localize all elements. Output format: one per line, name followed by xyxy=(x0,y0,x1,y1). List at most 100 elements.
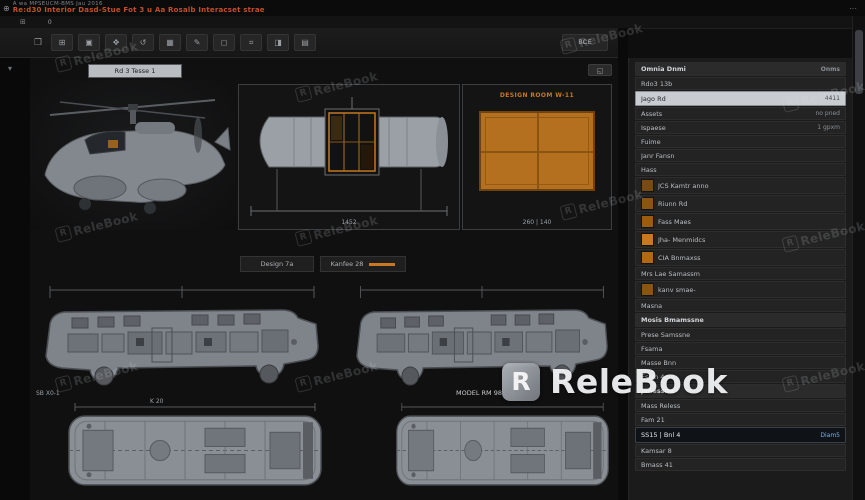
grid-icon[interactable]: ⊞ xyxy=(20,18,26,26)
sidebar-row-label: Bmass 41 xyxy=(641,460,673,469)
tab-design[interactable]: Design 7a xyxy=(240,256,314,272)
caption-note: MODEL RM 98 xyxy=(456,389,502,397)
layers-icon[interactable]: ❐ xyxy=(34,38,42,48)
progress-bar xyxy=(369,262,396,266)
sidebar-row[interactable]: Hass xyxy=(635,163,846,176)
toolbar-button[interactable]: ↺ xyxy=(132,34,155,51)
toolbar-button[interactable]: ⌗ xyxy=(240,34,263,51)
sidebar-row-label: JCS Kamtr anno xyxy=(658,181,709,190)
sidebar-row[interactable]: Masse Bnn xyxy=(635,356,846,369)
blueprint-top-left[interactable] xyxy=(55,402,335,498)
sidebar-row-label: Riunn Rd xyxy=(658,199,688,208)
sidebar-row[interactable]: Riunn Rd xyxy=(635,195,846,212)
window-title: Re:d30 Interior Dasd-Stue Fot 3 u Aa Ros… xyxy=(12,6,265,15)
blueprint-side-right[interactable] xyxy=(344,284,620,392)
tab-design-label: Design 7a xyxy=(260,260,294,268)
sidebar-row[interactable]: Mass Reless xyxy=(635,399,846,412)
plan-title: DESIGN ROOM W-11 xyxy=(499,92,575,99)
plan-center-hline xyxy=(481,151,593,153)
tab-kanfee-label: Kanfee 28 xyxy=(330,260,364,268)
sidebar-row[interactable]: Jago Rd 4411 xyxy=(635,91,846,106)
toolbar-button[interactable]: ▦ xyxy=(159,34,182,51)
scrollbar-thumb[interactable] xyxy=(855,30,863,94)
expand-view-button[interactable]: ◱ xyxy=(588,64,612,76)
side-view-drawing xyxy=(45,286,319,386)
view-label-chip: Rd 3 Tesse 1 xyxy=(88,64,182,78)
blueprint-side-left[interactable] xyxy=(32,284,332,392)
titlebar-text: A wa MPSEUCM-BMS Jau 2016 Re:d30 Interio… xyxy=(12,1,265,15)
sidebar-row-value: 4411 xyxy=(824,95,840,102)
sidebar-row[interactable]: CIA Bnmaxss xyxy=(635,249,846,266)
sidebar-row[interactable]: Prese Samssne xyxy=(635,328,846,341)
sidebar-row[interactable]: Assets no pned xyxy=(635,107,846,120)
sidebar-row[interactable]: Janr Fansn xyxy=(635,149,846,162)
sidebar-row-label: Ispaese xyxy=(641,123,666,132)
top-view-drawing xyxy=(68,403,322,486)
sidebar-row[interactable]: Kamsar 8 xyxy=(635,444,846,457)
sidebar-row-label: Omnia Dnmi xyxy=(641,65,686,73)
color-swatch xyxy=(641,197,654,210)
sidebar-row[interactable]: kanv smae- xyxy=(635,281,846,298)
sidebar-row-label: Mass Reless xyxy=(641,401,681,410)
sidebar-row-label: Essm 4 xyxy=(641,372,665,381)
sidebar-row-value: Onms xyxy=(820,65,840,73)
viewport-3d[interactable] xyxy=(30,80,236,230)
color-swatch xyxy=(641,179,654,192)
sidebar-row[interactable]: Mrs Lae Samassm xyxy=(635,267,846,280)
sidebar-row[interactable]: Bmass 41 xyxy=(635,458,846,471)
sidebar-row-label: Kamsar 8 xyxy=(641,446,672,455)
sidebar-row[interactable]: Fass Maes xyxy=(635,213,846,230)
sidebar-row[interactable]: Jha- Menmidcs xyxy=(635,231,846,248)
view-tabs: Design 7a Kanfee 28 xyxy=(240,256,406,272)
app-icon[interactable]: ⊕ xyxy=(3,4,10,13)
viewport-cutaway[interactable]: 1452 xyxy=(238,84,460,230)
scrollbar-track[interactable] xyxy=(852,16,865,500)
titlebar: ⊕ A wa MPSEUCM-BMS Jau 2016 Re:d30 Inter… xyxy=(0,0,865,17)
toolbar-buttons: ⊞ ▣ ✥ ↺ ▦ ✎ ◻ ⌗ ◨ ▤ xyxy=(51,34,317,51)
sidebar-row[interactable]: Masna xyxy=(635,299,846,312)
toolbar-button[interactable]: ▣ xyxy=(78,34,101,51)
sidebar-row-label: Janessne xyxy=(641,387,674,395)
toolbar-mode-button[interactable]: BCE xyxy=(562,34,608,51)
sidebar-row[interactable]: Omnia Dnmi Onms xyxy=(635,62,846,76)
sidebar-row-label: Rdo3 13b xyxy=(641,79,673,88)
sidebar-row-label: Mrs Lae Samassm xyxy=(641,269,700,278)
menu-item[interactable]: 0 xyxy=(48,19,52,26)
sidebar-row-label: Janr Fansn xyxy=(641,151,675,160)
sidebar-row[interactable]: Rdo3 13b xyxy=(635,77,846,90)
sidebar-row[interactable]: Mosis Bmamssne xyxy=(635,313,846,327)
sidebar-row[interactable]: JCS Kamtr anno xyxy=(635,177,846,194)
toolbar-button[interactable]: ◻ xyxy=(213,34,236,51)
window-menu-icon[interactable]: ⋯ xyxy=(849,4,857,13)
sidebar-row[interactable]: Janessne xyxy=(635,384,846,398)
tab-kanfee[interactable]: Kanfee 28 xyxy=(320,256,406,272)
sidebar-row-label: Masna xyxy=(641,301,663,310)
toolbar-button[interactable]: ◨ xyxy=(267,34,290,51)
plan-surface xyxy=(479,111,595,191)
sidebar-row-label: Masse Bnn xyxy=(641,358,677,367)
sidebar-row-label: Fsama xyxy=(641,344,663,353)
plan-dimension-label: 260 | 140 xyxy=(522,219,552,226)
sidebar-row[interactable]: Fsama xyxy=(635,342,846,355)
toolbar-button[interactable]: ▤ xyxy=(294,34,317,51)
toolbar-button[interactable]: ✥ xyxy=(105,34,128,51)
viewport-plan[interactable]: DESIGN ROOM W-11 260 | 140 xyxy=(462,84,612,230)
toolbar-button[interactable]: ⊞ xyxy=(51,34,74,51)
sidebar-row[interactable]: Essm 4 xyxy=(635,370,846,383)
sidebar-row-label: Assets xyxy=(641,109,663,118)
sidebar-row[interactable]: SS15 | Bnl 4 Diam5 xyxy=(635,427,846,443)
sidebar-row[interactable]: Fam 21 xyxy=(635,413,846,426)
sidebar-row[interactable]: Ispaese 1 gpxm xyxy=(635,121,846,134)
dimension-label: 1452 xyxy=(341,219,357,226)
sidebar-row[interactable]: Fuime xyxy=(635,135,846,148)
side-view-drawing xyxy=(356,286,608,386)
sidebar-row-label: Fass Maes xyxy=(658,217,691,226)
toolbar-button[interactable]: ✎ xyxy=(186,34,209,51)
top-view-drawing xyxy=(396,403,609,486)
blueprint-top-right[interactable] xyxy=(385,402,620,498)
helicopter-model xyxy=(44,99,231,214)
fuselage-cutaway xyxy=(250,97,448,216)
sidebar-row-label: Fam 21 xyxy=(641,415,665,424)
collapse-icon[interactable]: ▾ xyxy=(8,64,12,73)
sidebar-row-label: Jha- Menmidcs xyxy=(658,235,706,244)
